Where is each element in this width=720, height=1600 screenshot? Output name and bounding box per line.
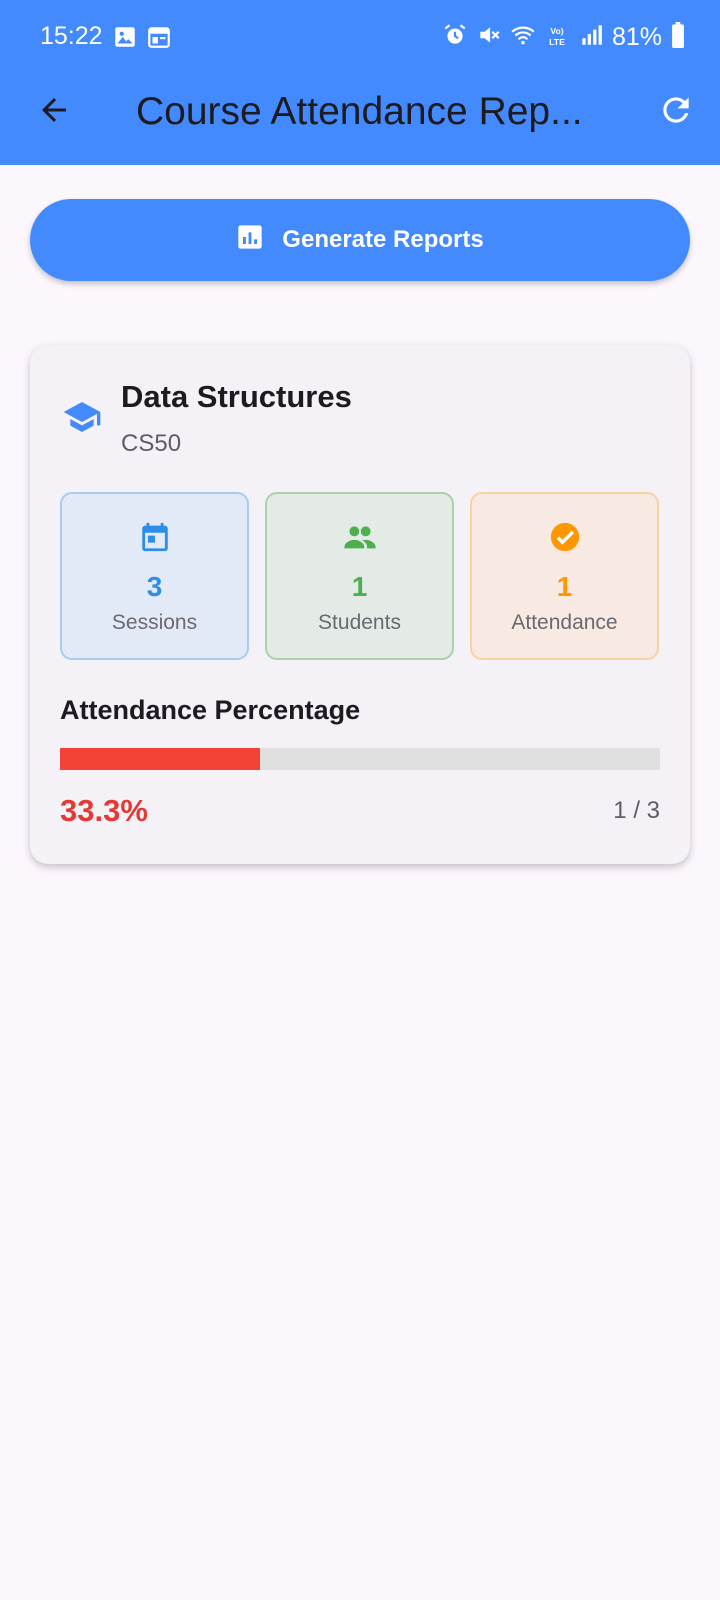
back-button[interactable] [30,88,78,136]
course-card[interactable]: Data Structures CS50 3 Sessions 1 Studen… [30,345,690,864]
course-code: CS50 [121,430,182,457]
svg-text:LTE: LTE [549,37,565,47]
attendance-progress-bar [60,748,660,770]
sessions-label: Sessions [111,611,198,634]
course-name: Data Structures [121,379,352,414]
attendance-percentage-title: Attendance Percentage [60,695,361,725]
volte-icon: Vo) LTE [544,22,570,53]
gallery-icon [112,24,138,55]
mute-icon [476,22,502,53]
refresh-button[interactable] [652,88,700,136]
signal-icon [578,22,604,53]
stat-sessions: 3 Sessions [60,492,249,660]
page-title: Course Attendance Rep... [136,90,583,133]
attendance-label: Attendance [511,611,618,634]
attendance-percent: 33.3% [60,793,148,828]
calendar-icon [138,520,172,554]
status-right-icons: Vo) LTE 81% [442,22,686,53]
sessions-value: 3 [146,571,163,602]
students-label: Students [318,611,401,634]
app-bar: 15:22 Vo) LTE 81% Course Attendance Rep.… [0,0,720,165]
arrow-back-icon [36,92,72,133]
stat-attendance: 1 Attendance [470,492,659,660]
refresh-icon [657,91,695,134]
check-circle-icon [548,520,582,554]
alarm-icon [442,22,468,53]
status-bar: 15:22 Vo) LTE 81% [0,0,720,72]
attendance-progress-fill [60,748,260,770]
status-left-icons [112,24,172,55]
students-value: 1 [351,571,368,602]
stat-students: 1 Students [265,492,454,660]
battery-icon [670,22,686,53]
graduation-cap-icon [62,397,102,437]
bar-chart-icon [236,223,264,258]
people-icon [343,520,377,554]
battery-percent: 81% [611,23,662,51]
wifi-icon [510,22,536,53]
attendance-value: 1 [556,571,573,602]
generate-reports-button[interactable]: Generate Reports [30,199,690,281]
generate-reports-label: Generate Reports [282,226,484,253]
calendar-icon [146,24,172,55]
attendance-ratio: 1 / 3 [613,797,660,824]
status-time: 15:22 [40,22,103,50]
svg-text:Vo): Vo) [550,26,563,36]
